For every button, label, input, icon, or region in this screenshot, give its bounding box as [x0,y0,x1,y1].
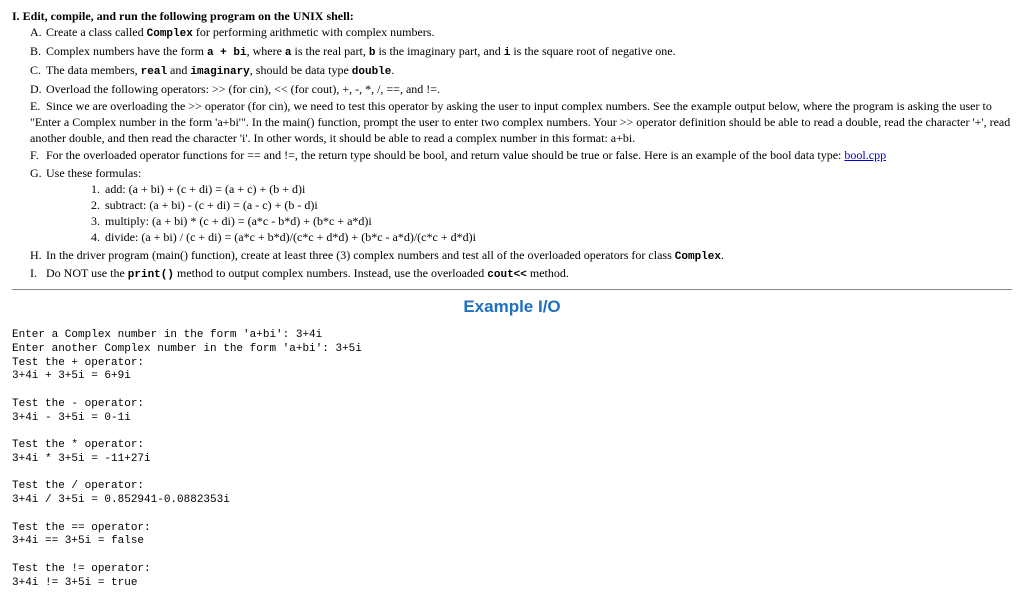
item-i: I.Do NOT use the print() method to outpu… [30,265,1012,283]
formula-multiply: 3. multiply: (a + bi) * (c + di) = (a*c … [86,213,1012,229]
formula-list: 1. add: (a + bi) + (c + di) = (a + c) + … [86,181,1012,246]
divider [12,289,1012,290]
assignment-document: I. Edit, compile, and run the following … [12,8,1012,590]
item-h: H.In the driver program (main() function… [30,247,1012,265]
instruction-list: A.Create a class called Complex for perf… [30,24,1012,283]
formula-divide: 4. divide: (a + bi) / (c + di) = (a*c + … [86,229,1012,245]
item-f: F.For the overloaded operator functions … [30,147,1012,163]
bool-cpp-link[interactable]: bool.cpp [844,148,886,162]
item-a: A.Create a class called Complex for perf… [30,24,1012,42]
section-heading: I. Edit, compile, and run the following … [12,8,1012,24]
example-io-block: Enter a Complex number in the form 'a+bi… [12,329,1012,590]
formula-subtract: 2. subtract: (a + bi) - (c + di) = (a - … [86,197,1012,213]
example-io-title: Example I/O [12,296,1012,319]
item-d: D.Overload the following operators: >> (… [30,81,1012,97]
item-c: C.The data members, real and imaginary, … [30,62,1012,80]
item-e: E.Since we are overloading the >> operat… [30,98,1012,147]
code-classname: Complex [147,28,193,40]
item-b: B.Complex numbers have the form a + bi, … [30,43,1012,61]
item-g: G.Use these formulas: 1. add: (a + bi) +… [30,165,1012,246]
formula-add: 1. add: (a + bi) + (c + di) = (a + c) + … [86,181,1012,197]
